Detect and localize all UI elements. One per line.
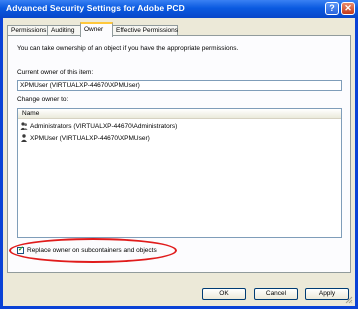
owner-tab-panel: You can take ownership of an object if y…: [7, 35, 351, 273]
user-icon: [21, 134, 27, 143]
ok-button[interactable]: OK: [202, 288, 246, 300]
owner-list[interactable]: Name Administrators (VIRTUALXP-44670\Adm…: [17, 108, 342, 238]
title-bar[interactable]: Advanced Security Settings for Adobe PCD…: [0, 0, 358, 18]
highlight-ellipse: [9, 238, 177, 263]
current-owner-field[interactable]: XPMUser (VIRTUALXP-44670\XPMUser): [17, 80, 342, 91]
cancel-button[interactable]: Cancel: [254, 288, 298, 300]
list-item[interactable]: XPMUser (VIRTUALXP-44670\XPMUser): [20, 134, 150, 144]
dialog-client: Permissions Auditing Owner Effective Per…: [3, 18, 355, 306]
help-button[interactable]: ?: [325, 2, 339, 15]
current-owner-label: Current owner of this item:: [17, 69, 94, 76]
intro-text: You can take ownership of an object if y…: [17, 45, 239, 52]
apply-button[interactable]: Apply: [305, 288, 349, 300]
owner-name: Administrators (VIRTUALXP-44670\Administ…: [30, 123, 178, 130]
window-title: Advanced Security Settings for Adobe PCD: [6, 3, 185, 13]
user-group-icon: [20, 122, 28, 131]
list-header[interactable]: Name: [18, 109, 341, 119]
change-owner-label: Change owner to:: [17, 96, 69, 103]
column-header-name: Name: [22, 110, 40, 117]
dialog-window: Advanced Security Settings for Adobe PCD…: [0, 0, 358, 309]
owner-name: XPMUser (VIRTUALXP-44670\XPMUser): [30, 135, 150, 142]
close-button[interactable]: ✕: [341, 2, 355, 15]
list-item[interactable]: Administrators (VIRTUALXP-44670\Administ…: [20, 122, 177, 132]
tab-owner[interactable]: Owner: [80, 22, 113, 37]
resize-grip-icon[interactable]: [345, 296, 353, 304]
